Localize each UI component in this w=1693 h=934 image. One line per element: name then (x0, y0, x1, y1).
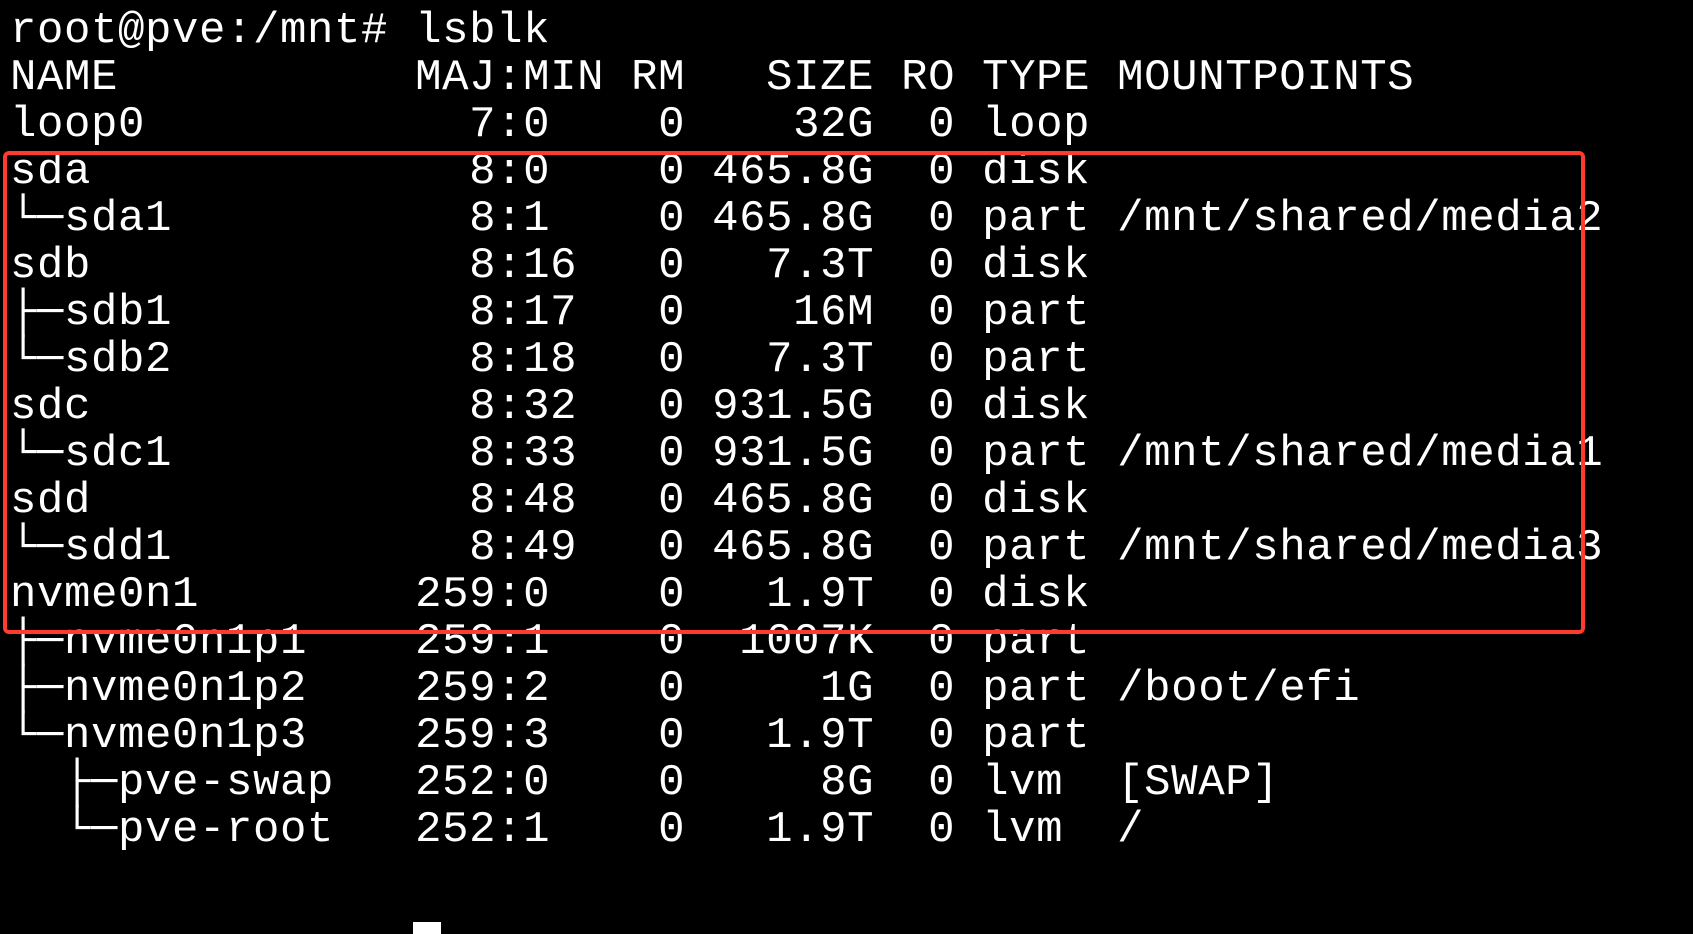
lsblk-row-nvme0n1p2: ├─nvme0n1p2 259:2 0 1G 0 part /boot/efi (10, 664, 1361, 714)
lsblk-row-pve-root: └─pve-root 252:1 0 1.9T 0 lvm / (10, 805, 1145, 855)
command-prompt-line: root@pve:/mnt# lsblk (10, 6, 551, 56)
lsblk-row-loop0: loop0 7:0 0 32G 0 loop (10, 100, 1091, 150)
terminal-window[interactable]: root@pve:/mnt# lsblk NAME MAJ:MIN RM SIZ… (0, 0, 1693, 934)
lsblk-header: NAME MAJ:MIN RM SIZE RO TYPE MOUNTPOINTS (10, 53, 1415, 103)
lsblk-row-pve-swap: ├─pve-swap 252:0 0 8G 0 lvm [SWAP] (10, 758, 1280, 808)
highlight-annotation-box (3, 151, 1585, 634)
text-cursor (413, 922, 441, 934)
lsblk-row-nvme0n1p3: └─nvme0n1p3 259:3 0 1.9T 0 part (10, 711, 1091, 761)
